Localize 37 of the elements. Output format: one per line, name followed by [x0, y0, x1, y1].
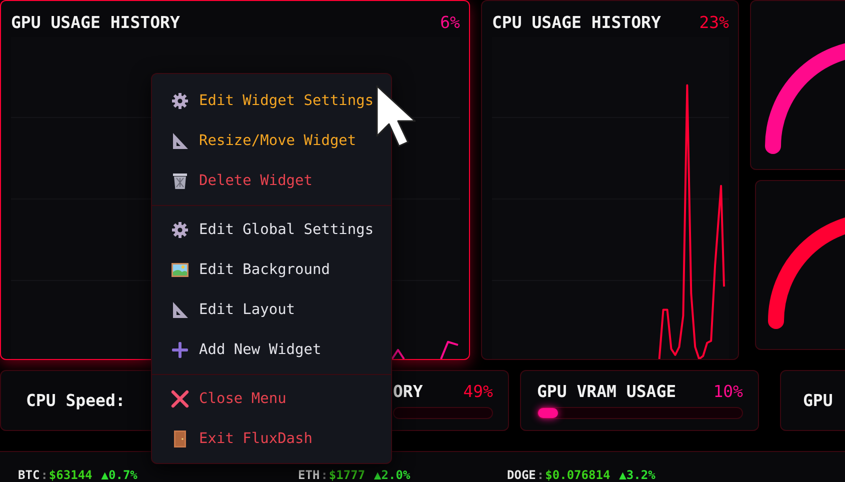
usage-percent: 23%: [699, 13, 729, 32]
ticker-separator: :: [320, 468, 328, 482]
ticker-change: ▲2.0%: [374, 468, 410, 482]
widget-title: CPU USAGE HISTORY: [492, 13, 661, 32]
usage-line-chart: [391, 340, 458, 359]
menu-item[interactable]: Edit Layout: [152, 290, 391, 330]
menu-item[interactable]: Resize/Move Widget: [152, 121, 391, 161]
usage-percent: 6%: [440, 13, 460, 32]
mouse-cursor-icon: [376, 85, 416, 147]
stat-label: CPU Speed:: [26, 391, 126, 410]
ticker-symbol: ETH: [298, 468, 320, 482]
widget-title: GPU USAGE HISTORY: [11, 13, 180, 32]
menu-item[interactable]: Add New Widget: [152, 330, 391, 370]
ticker-change: ▲0.7%: [101, 468, 138, 482]
close-icon: [171, 390, 189, 408]
menu-item[interactable]: Exit FluxDash: [152, 419, 391, 459]
menu-item[interactable]: Edit Background: [152, 250, 391, 290]
ticker-symbol: BTC: [18, 468, 40, 482]
landscape-picture-icon: [171, 261, 189, 279]
trash-icon: [171, 172, 189, 190]
widget-title: GPU VRAM USAGE: [537, 382, 676, 401]
ticker-price: $0.076814: [545, 468, 610, 482]
usage-percent: 49%: [463, 382, 493, 401]
ticker-separator: :: [40, 468, 48, 482]
menu-item[interactable]: Delete Widget: [152, 161, 391, 201]
menu-item[interactable]: Close Menu: [152, 379, 391, 419]
widget-title: ORY: [393, 382, 423, 401]
plus-icon: [171, 341, 189, 359]
ticker-price: $63144: [48, 468, 92, 482]
ticker-symbol: DOGE: [507, 468, 536, 482]
widget-title: GPU: [803, 391, 833, 410]
ticker-change: ▲3.2%: [619, 468, 656, 482]
ticker-price: $1777: [328, 468, 366, 482]
usage-percent: 10%: [713, 382, 743, 401]
ticker-separator: :: [536, 468, 544, 482]
menu-item[interactable]: Edit Global Settings: [152, 210, 391, 250]
door-icon: [171, 430, 189, 448]
